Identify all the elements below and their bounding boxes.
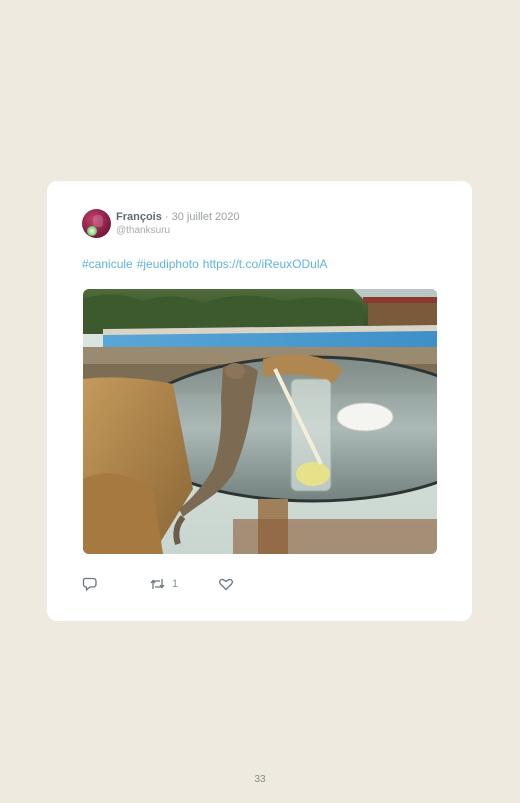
page-number: 33 — [254, 774, 266, 785]
hashtag-canicule[interactable]: #canicule — [82, 257, 133, 271]
tweet-text: #canicule #jeudiphoto https://t.co/iReuxOD… — [82, 257, 331, 271]
avatar-figure — [93, 215, 103, 227]
header-separator: · — [161, 211, 172, 223]
tweet-card: François · 30 juillet 2020 @thanksuru #c… — [47, 181, 472, 621]
avatar-status-dot — [87, 226, 97, 236]
like-button[interactable] — [218, 576, 234, 592]
retweet-button[interactable]: 1 — [149, 576, 178, 592]
author-handle[interactable]: @thanksuru — [116, 225, 170, 236]
tweet-date[interactable]: 30 juillet 2020 — [172, 211, 240, 223]
retweet-count: 1 — [172, 578, 179, 590]
heart-icon — [219, 578, 233, 591]
tweet-link[interactable]: https://t.co/iReuxODulA — [203, 257, 328, 271]
tweet-actions: 1 — [82, 576, 382, 592]
hashtag-jeudiphoto[interactable]: #jeudiphoto — [137, 257, 199, 271]
reply-button[interactable] — [82, 576, 98, 592]
squirrel-photo — [83, 289, 437, 554]
tweet-header: François · 30 juillet 2020 — [116, 211, 240, 223]
tweet-photo[interactable] — [83, 289, 437, 554]
retweet-icon — [150, 579, 165, 589]
author-name[interactable]: François — [116, 211, 162, 223]
reply-icon — [82, 577, 97, 591]
avatar[interactable] — [82, 209, 111, 238]
